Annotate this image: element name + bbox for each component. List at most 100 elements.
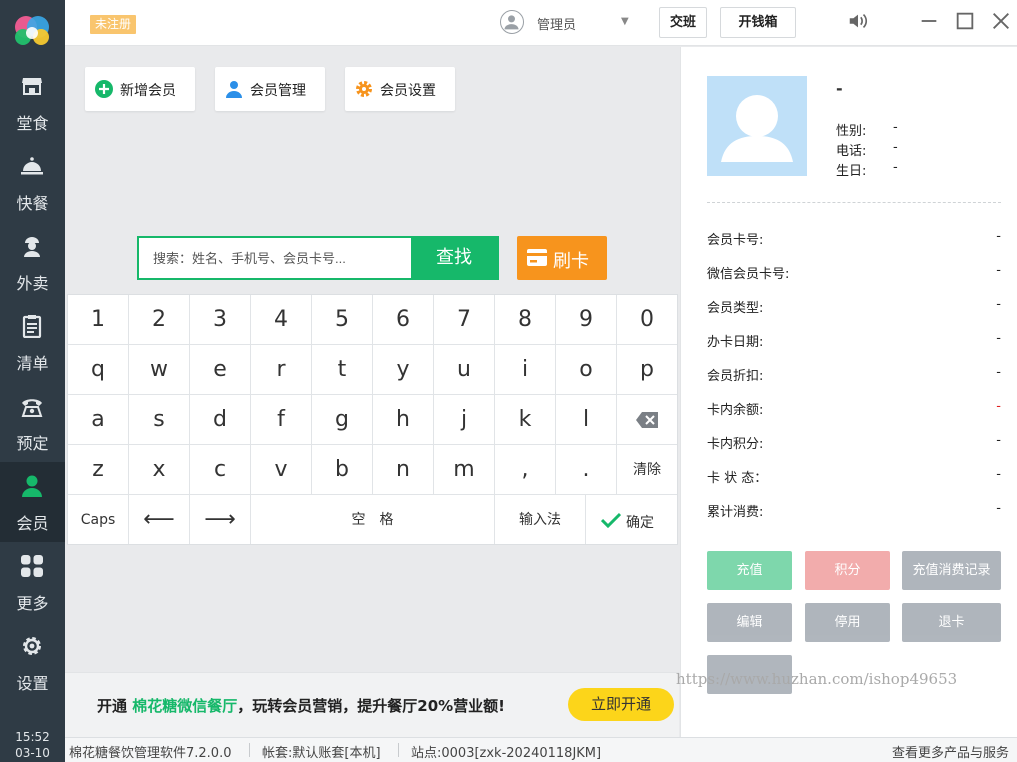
recharge-history-button[interactable]: 充值消费记录	[902, 551, 1001, 590]
search-input[interactable]	[139, 238, 411, 278]
confirm-label: 确定	[626, 515, 654, 531]
chevron-down-icon[interactable]: ▼	[621, 16, 629, 27]
key-s[interactable]: s	[129, 395, 190, 445]
key-n[interactable]: n	[373, 445, 434, 495]
key-j[interactable]: j	[434, 395, 495, 445]
add-member-button[interactable]: 新增会员	[85, 67, 195, 111]
caps-key[interactable]: Caps	[68, 495, 129, 544]
key-2[interactable]: 2	[129, 295, 190, 345]
volume-icon[interactable]	[847, 10, 869, 32]
detail-total-spend: 累计消费: -	[707, 501, 1001, 520]
add-member-label: 新增会员	[120, 83, 176, 99]
activate-now-button[interactable]: 立即开通	[568, 688, 674, 721]
key-y[interactable]: y	[373, 345, 434, 395]
member-manage-button[interactable]: 会员管理	[215, 67, 325, 111]
sidebar-item-label: 清单	[16, 354, 49, 373]
gear-icon	[23, 637, 41, 655]
confirm-key[interactable]: 确定	[586, 495, 677, 544]
key-z[interactable]: z	[68, 445, 129, 495]
sidebar-item-member[interactable]: 会员	[0, 462, 65, 542]
courier-icon	[24, 237, 40, 257]
swipe-card-label: 刷卡	[553, 251, 589, 272]
key-7[interactable]: 7	[434, 295, 495, 345]
key-b[interactable]: b	[312, 445, 373, 495]
key-r[interactable]: r	[251, 345, 312, 395]
find-button[interactable]: 查找	[411, 238, 497, 278]
detail-card-status: 卡 状 态： -	[707, 467, 1001, 486]
key-k[interactable]: k	[495, 395, 556, 445]
key-w[interactable]: w	[129, 345, 190, 395]
sidebar-item-reservation[interactable]: 预定	[0, 382, 65, 462]
store-icon	[22, 78, 42, 95]
key-x[interactable]: x	[129, 445, 190, 495]
detail-discount: 会员折扣: -	[707, 365, 1001, 384]
cursor-left-key[interactable]: ⟵	[129, 495, 190, 544]
more-products-link[interactable]: 查看更多产品与服务	[892, 742, 1009, 761]
key-e[interactable]: e	[190, 345, 251, 395]
open-cashbox-button[interactable]: 开钱箱	[720, 7, 796, 38]
handover-button[interactable]: 交班	[659, 7, 707, 38]
backspace-key[interactable]	[617, 395, 677, 445]
key-3[interactable]: 3	[190, 295, 251, 345]
key-6[interactable]: 6	[373, 295, 434, 345]
space-key[interactable]: 空 格	[251, 495, 495, 544]
key-o[interactable]: o	[556, 345, 617, 395]
key-0[interactable]: 0	[617, 295, 677, 345]
key-h[interactable]: h	[373, 395, 434, 445]
detail-wechat-card: 微信会员卡号: -	[707, 263, 1001, 282]
points-button[interactable]: 积分	[805, 551, 890, 590]
member-settings-button[interactable]: 会员设置	[345, 67, 455, 111]
key-l[interactable]: l	[556, 395, 617, 445]
sidebar-item-settings[interactable]: 设置	[0, 622, 65, 702]
key-4[interactable]: 4	[251, 295, 312, 345]
clock-time: 15:52	[15, 730, 50, 744]
key-q[interactable]: q	[68, 345, 129, 395]
edit-button[interactable]: 编辑	[707, 603, 792, 642]
user-name[interactable]: 管理员	[537, 14, 576, 33]
maximize-icon[interactable]	[954, 10, 976, 32]
sidebar-item-label: 更多	[16, 594, 49, 613]
sidebar-item-more[interactable]: 更多	[0, 542, 65, 622]
disable-button[interactable]: 停用	[805, 603, 890, 642]
unregistered-badge[interactable]: 未注册	[90, 15, 137, 34]
key-5[interactable]: 5	[312, 295, 373, 345]
key-g[interactable]: g	[312, 395, 373, 445]
sidebar-item-fast-food[interactable]: 快餐	[0, 142, 65, 222]
key-period[interactable]: .	[556, 445, 617, 495]
key-comma[interactable]: ,	[495, 445, 556, 495]
sidebar-item-label: 会员	[16, 514, 49, 533]
key-d[interactable]: d	[190, 395, 251, 445]
gear-icon	[356, 81, 372, 97]
member-photo	[707, 76, 807, 176]
sidebar-item-takeout[interactable]: 外卖	[0, 222, 65, 302]
version-text: 棉花糖餐饮管理软件7.2.0.0	[69, 746, 232, 761]
close-icon[interactable]	[990, 10, 1012, 32]
key-t[interactable]: t	[312, 345, 373, 395]
sidebar-item-label: 设置	[16, 674, 49, 693]
key-i[interactable]: i	[495, 345, 556, 395]
member-manage-label: 会员管理	[250, 83, 306, 99]
clear-key[interactable]: 清除	[617, 445, 677, 495]
key-1[interactable]: 1	[68, 295, 129, 345]
minimize-icon[interactable]	[918, 10, 940, 32]
sidebar-item-dine-in[interactable]: 堂食	[0, 62, 65, 142]
member-birthday: 生日: -	[836, 160, 898, 179]
recharge-button[interactable]: 充值	[707, 551, 792, 590]
key-v[interactable]: v	[251, 445, 312, 495]
key-c[interactable]: c	[190, 445, 251, 495]
cursor-right-key[interactable]: ⟶	[190, 495, 251, 544]
sidebar-item-label: 外卖	[16, 274, 49, 293]
key-a[interactable]: a	[68, 395, 129, 445]
key-f[interactable]: f	[251, 395, 312, 445]
key-9[interactable]: 9	[556, 295, 617, 345]
account-text: 帐套:默认账套[本机]	[262, 746, 381, 761]
key-u[interactable]: u	[434, 345, 495, 395]
refund-card-button[interactable]: 退卡	[902, 603, 1001, 642]
swipe-card-button[interactable]: 刷卡	[517, 236, 607, 280]
key-m[interactable]: m	[434, 445, 495, 495]
ime-key[interactable]: 输入法	[495, 495, 586, 544]
sidebar-item-orders[interactable]: 清单	[0, 302, 65, 382]
key-p[interactable]: p	[617, 345, 677, 395]
key-8[interactable]: 8	[495, 295, 556, 345]
status-divider	[398, 743, 399, 757]
